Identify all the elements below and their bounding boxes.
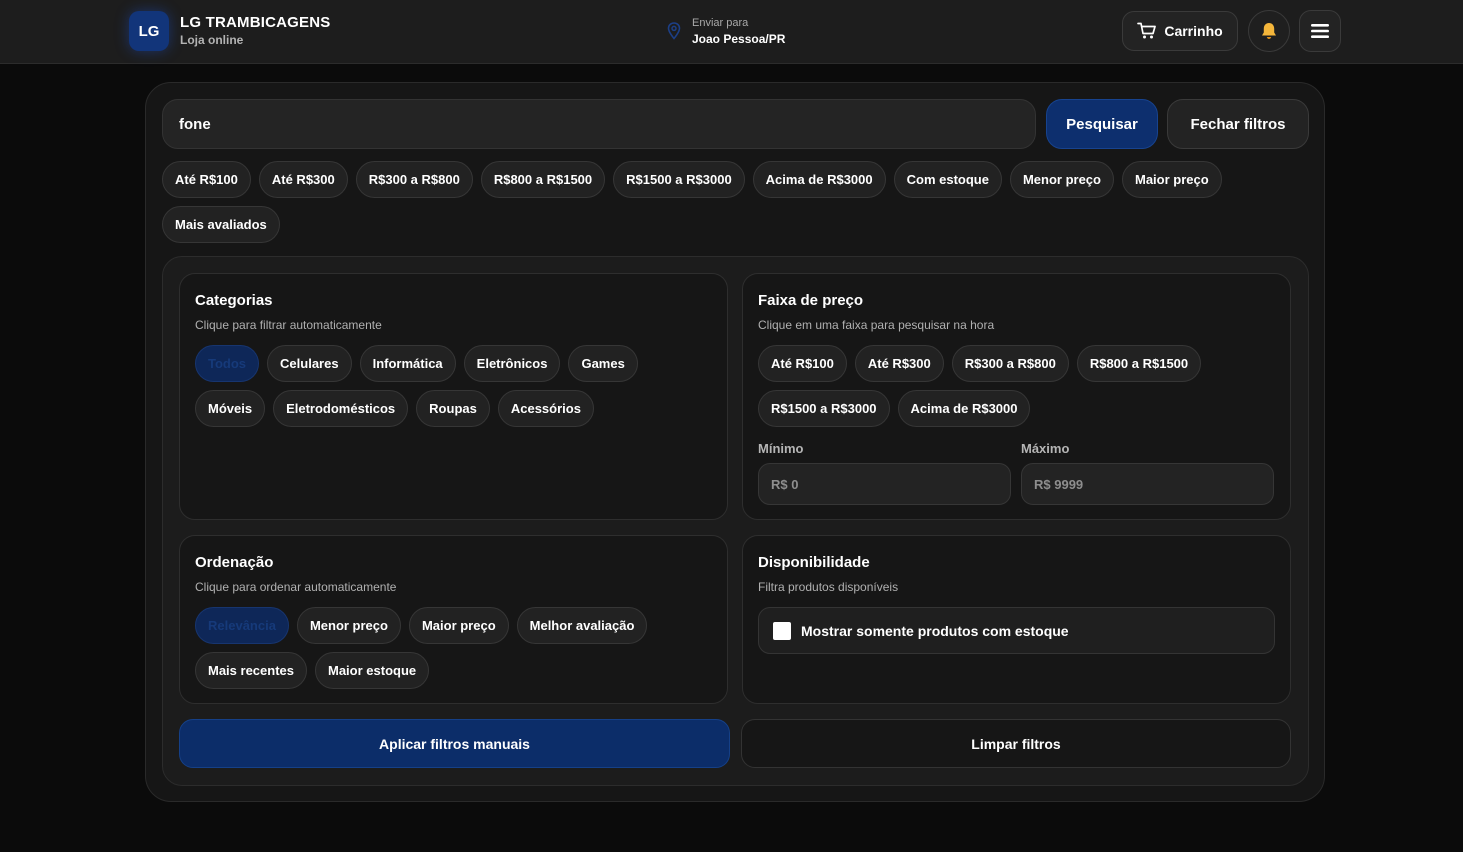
sort-chip[interactable]: Melhor avaliação xyxy=(516,607,648,644)
sorting-chips: Relevância Menor preço Maior preço Melho… xyxy=(195,607,715,689)
advanced-filters: Categorias Clique para filtrar automatic… xyxy=(162,256,1309,786)
category-chip[interactable]: Acessórios xyxy=(497,390,594,427)
close-filters-button[interactable]: Fechar filtros xyxy=(1167,99,1309,149)
price-range-card: Faixa de preço Clique em uma faixa para … xyxy=(742,273,1291,520)
max-price-label: Máximo xyxy=(1021,441,1070,456)
cart-button[interactable]: Carrinho xyxy=(1122,11,1238,51)
price-range-chip[interactable]: R$300 a R$800 xyxy=(951,345,1069,382)
notifications-button[interactable] xyxy=(1248,10,1290,52)
sort-chip[interactable]: Mais recentes xyxy=(195,652,307,689)
apply-filters-button[interactable]: Aplicar filtros manuais xyxy=(179,719,730,768)
cart-icon xyxy=(1137,22,1157,39)
cart-label: Carrinho xyxy=(1164,23,1223,39)
price-range-chips: Até R$100 Até R$300 R$300 a R$800 R$800 … xyxy=(758,345,1278,427)
quick-filter-chip[interactable]: R$1500 a R$3000 xyxy=(613,161,745,198)
sort-chip[interactable]: Maior estoque xyxy=(315,652,430,689)
category-chip[interactable]: Celulares xyxy=(267,345,352,382)
categories-card: Categorias Clique para filtrar automatic… xyxy=(179,273,728,520)
location-value[interactable]: Joao Pessoa/PR xyxy=(692,32,785,46)
quick-filter-chip[interactable]: Acima de R$3000 xyxy=(752,161,886,198)
category-chip[interactable]: Eletrônicos xyxy=(463,345,561,382)
price-range-title: Faixa de preço xyxy=(758,292,864,309)
filter-panel: Pesquisar Fechar filtros Até R$100 Até R… xyxy=(145,82,1325,802)
in-stock-toggle[interactable]: Mostrar somente produtos com estoque xyxy=(758,607,1275,654)
availability-card: Disponibilidade Filtra produtos disponív… xyxy=(742,535,1291,704)
categories-subtitle: Clique para filtrar automaticamente xyxy=(195,318,382,332)
top-bar: LG LG TRAMBICAGENS Loja online Enviar pa… xyxy=(0,0,1463,64)
menu-button[interactable] xyxy=(1299,10,1341,52)
category-chip[interactable]: Móveis xyxy=(195,390,266,427)
hamburger-icon xyxy=(1311,24,1329,38)
category-chip[interactable]: Eletrodomésticos xyxy=(273,390,409,427)
sort-chip[interactable]: Menor preço xyxy=(296,607,401,644)
quick-filter-chip[interactable]: Menor preço xyxy=(1009,161,1114,198)
price-range-chip[interactable]: Acima de R$3000 xyxy=(897,390,1031,427)
category-chip[interactable]: Games xyxy=(568,345,638,382)
min-price-input[interactable] xyxy=(758,463,1011,505)
brand-name[interactable]: LG TRAMBICAGENS xyxy=(180,14,331,31)
price-range-chip[interactable]: R$800 a R$1500 xyxy=(1076,345,1202,382)
price-range-chip[interactable]: Até R$300 xyxy=(854,345,944,382)
price-range-subtitle: Clique em uma faixa para pesquisar na ho… xyxy=(758,318,995,332)
quick-filters-row-2: Mais avaliados xyxy=(162,206,1312,243)
availability-subtitle: Filtra produtos disponíveis xyxy=(758,580,899,594)
sorting-subtitle: Clique para ordenar automaticamente xyxy=(195,580,397,594)
quick-filter-chip[interactable]: Até R$300 xyxy=(258,161,348,198)
quick-filter-chip[interactable]: Com estoque xyxy=(893,161,1002,198)
category-chips: Todos Celulares Informática Eletrônicos … xyxy=(195,345,715,427)
brand-subtitle: Loja online xyxy=(180,33,244,47)
quick-filters-row-1: Até R$100 Até R$300 R$300 a R$800 R$800 … xyxy=(162,161,1312,198)
sorting-title: Ordenação xyxy=(195,554,274,571)
search-input[interactable] xyxy=(162,99,1036,149)
quick-filter-chip[interactable]: Maior preço xyxy=(1121,161,1222,198)
min-price-label: Mínimo xyxy=(758,441,804,456)
max-price-input[interactable] xyxy=(1021,463,1274,505)
clear-filters-button[interactable]: Limpar filtros xyxy=(741,719,1291,768)
brand-logo[interactable]: LG xyxy=(129,11,169,51)
location-label: Enviar para xyxy=(692,17,749,29)
category-chip[interactable]: Roupas xyxy=(416,390,490,427)
availability-title: Disponibilidade xyxy=(758,554,870,571)
in-stock-checkbox[interactable] xyxy=(773,621,791,640)
sort-chip-relevancia[interactable]: Relevância xyxy=(195,607,289,644)
sorting-card: Ordenação Clique para ordenar automatica… xyxy=(179,535,728,704)
category-chip-todos[interactable]: Todos xyxy=(195,345,260,382)
quick-filter-chip[interactable]: R$800 a R$1500 xyxy=(480,161,606,198)
map-pin-icon[interactable] xyxy=(667,22,681,40)
categories-title: Categorias xyxy=(195,292,273,309)
category-chip[interactable]: Informática xyxy=(359,345,456,382)
price-range-chip[interactable]: Até R$100 xyxy=(758,345,847,382)
quick-filter-chip[interactable]: Mais avaliados xyxy=(162,206,280,243)
quick-filter-chip[interactable]: Até R$100 xyxy=(162,161,251,198)
search-button[interactable]: Pesquisar xyxy=(1046,99,1158,149)
price-range-chip[interactable]: R$1500 a R$3000 xyxy=(758,390,890,427)
bell-icon xyxy=(1262,23,1276,39)
sort-chip[interactable]: Maior preço xyxy=(408,607,509,644)
quick-filter-chip[interactable]: R$300 a R$800 xyxy=(355,161,473,198)
in-stock-label: Mostrar somente produtos com estoque xyxy=(801,622,1069,639)
